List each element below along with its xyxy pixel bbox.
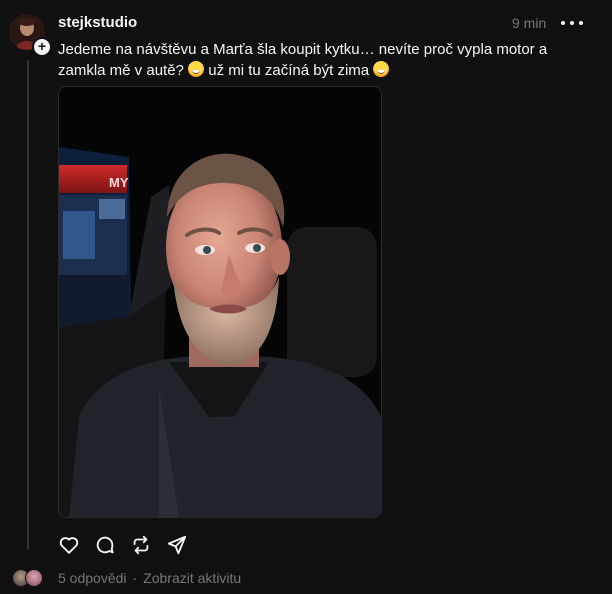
store-sign-text: MY	[109, 175, 129, 190]
caption-line-2a: zamkla mě v autě?	[58, 62, 184, 79]
post-actions	[58, 534, 188, 556]
post-footer: 5 odpovědi · Zobrazit aktivitu	[12, 568, 241, 588]
grinning-emoji-icon	[188, 61, 205, 77]
replies-count-link[interactable]: 5 odpovědi	[58, 570, 127, 586]
post-username[interactable]: stejkstudio	[58, 14, 137, 31]
repost-icon[interactable]	[130, 534, 152, 556]
thread-post: + stejkstudio 9 min Jedeme na návštěvu a…	[0, 0, 612, 594]
caption-line-1: Jedeme na návštěvu a Marťa šla koupit ky…	[58, 41, 548, 58]
post-photo[interactable]: MY	[58, 86, 382, 518]
share-icon[interactable]	[166, 534, 188, 556]
comment-icon[interactable]	[94, 534, 116, 556]
post-timestamp[interactable]: 9 min	[512, 15, 546, 31]
more-options-icon[interactable]	[561, 14, 583, 32]
view-activity-link[interactable]: Zobrazit aktivitu	[143, 570, 241, 586]
follow-plus-icon[interactable]: +	[32, 37, 52, 57]
reply-avatars	[12, 569, 46, 587]
avatar	[25, 569, 43, 587]
post-caption: Jedeme na návštěvu a Marťa šla koupit ky…	[58, 39, 578, 81]
footer-separator: ·	[132, 570, 138, 586]
grinning-emoji-icon	[373, 61, 390, 77]
heart-icon[interactable]	[58, 534, 80, 556]
caption-line-2b: už mi tu začíná být zima	[208, 62, 370, 79]
thread-line	[27, 60, 29, 550]
